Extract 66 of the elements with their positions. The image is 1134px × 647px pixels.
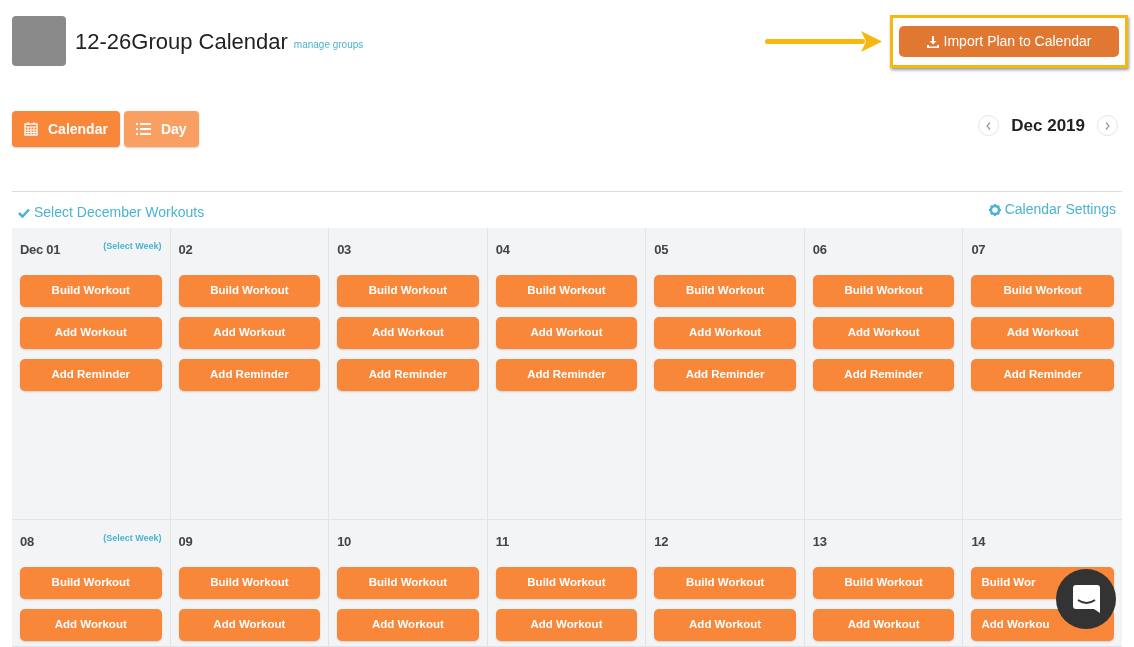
day-action-button[interactable]: Add Workout bbox=[654, 317, 796, 349]
day-action-button[interactable]: Add Reminder bbox=[495, 359, 638, 391]
day-action-button[interactable]: Add Workout bbox=[337, 609, 479, 641]
day-label: 10 bbox=[337, 533, 351, 551]
chevron-right-icon bbox=[1105, 121, 1110, 130]
day-label: 04 bbox=[495, 241, 510, 259]
day-action-button[interactable]: Add Reminder bbox=[178, 359, 321, 391]
day-action-button[interactable]: Build Workout bbox=[495, 275, 638, 307]
day-label: 11 bbox=[495, 533, 509, 551]
day-action-button[interactable]: Add Workout bbox=[495, 317, 638, 349]
select-week-link[interactable]: (Select Week) bbox=[103, 532, 162, 546]
day-action-button[interactable]: Build Workout bbox=[178, 567, 321, 599]
day-action-button[interactable]: Build Workout bbox=[178, 275, 321, 307]
day-action-button[interactable]: Add Reminder bbox=[654, 359, 796, 391]
day-action-button[interactable]: Add Workout bbox=[495, 609, 638, 641]
day-label: 02 bbox=[178, 241, 193, 259]
manage-groups-link[interactable]: manage groups bbox=[293, 36, 364, 52]
day-action-button[interactable]: Add Reminder bbox=[812, 359, 955, 391]
calendar-view-tab[interactable]: Calendar bbox=[12, 111, 120, 147]
chat-icon bbox=[1072, 585, 1100, 613]
day-action-button[interactable]: Add Workout bbox=[178, 609, 321, 641]
day-view-tab[interactable]: Day bbox=[123, 111, 199, 147]
download-icon bbox=[926, 35, 939, 48]
day-label: 14 bbox=[971, 533, 986, 551]
day-action-button[interactable]: Build Workout bbox=[654, 567, 796, 599]
settings-icon bbox=[988, 203, 1001, 216]
day-action-button[interactable]: Build Workout bbox=[20, 275, 162, 307]
chevron-left-icon bbox=[986, 121, 992, 130]
day-action-button[interactable]: Build Workout bbox=[812, 567, 955, 599]
day-label: Dec 01 bbox=[20, 241, 61, 259]
day-label: 12 bbox=[654, 533, 669, 551]
day-label: 13 bbox=[812, 533, 827, 551]
day-action-button[interactable]: Add Reminder bbox=[971, 359, 1114, 391]
day-action-button[interactable]: Add Workout bbox=[812, 609, 955, 641]
day-action-button[interactable]: Add Workout bbox=[971, 317, 1114, 349]
day-action-button[interactable]: Build Workout bbox=[337, 567, 479, 599]
day-action-button[interactable]: Add Workout bbox=[20, 317, 162, 349]
page-title: 12-26Group Calendar bbox=[75, 27, 288, 56]
day-label: 06 bbox=[812, 241, 827, 259]
day-label: 05 bbox=[654, 241, 669, 259]
day-action-button[interactable]: Build Workout bbox=[812, 275, 955, 307]
day-label: 08 bbox=[20, 533, 34, 551]
day-action-button[interactable]: Add Reminder bbox=[20, 359, 162, 391]
check-icon bbox=[18, 207, 30, 218]
day-action-button[interactable]: Build Workout bbox=[20, 567, 162, 599]
calendar-icon bbox=[24, 122, 38, 136]
photo-placeholder bbox=[12, 16, 66, 66]
day-action-button[interactable]: Build Workout bbox=[654, 275, 796, 307]
month-label: Dec 2019 bbox=[1011, 115, 1085, 137]
select-month-link[interactable]: Select December Workouts bbox=[18, 202, 205, 223]
day-action-button[interactable]: Add Reminder bbox=[337, 359, 479, 391]
day-action-button[interactable]: Add Workout bbox=[654, 609, 796, 641]
calendar-settings-link[interactable]: Calendar Settings bbox=[988, 199, 1116, 220]
import-button[interactable]: Import Plan to Calendar bbox=[899, 26, 1119, 57]
day-label: 09 bbox=[178, 533, 193, 551]
day-action-button[interactable]: Build Workout bbox=[971, 275, 1114, 307]
select-week-link[interactable]: (Select Week) bbox=[103, 240, 162, 254]
day-label: 03 bbox=[337, 241, 351, 259]
day-action-button[interactable]: Add Workout bbox=[178, 317, 321, 349]
day-action-button[interactable]: Add Workout bbox=[812, 317, 955, 349]
day-action-button[interactable]: Add Workout bbox=[337, 317, 479, 349]
day-label: 07 bbox=[971, 241, 986, 259]
day-action-button[interactable]: Build Workout bbox=[495, 567, 638, 599]
day-action-button[interactable]: Build Workout bbox=[337, 275, 479, 307]
day-action-button[interactable]: Add Workout bbox=[20, 609, 162, 641]
list-icon bbox=[135, 123, 151, 135]
